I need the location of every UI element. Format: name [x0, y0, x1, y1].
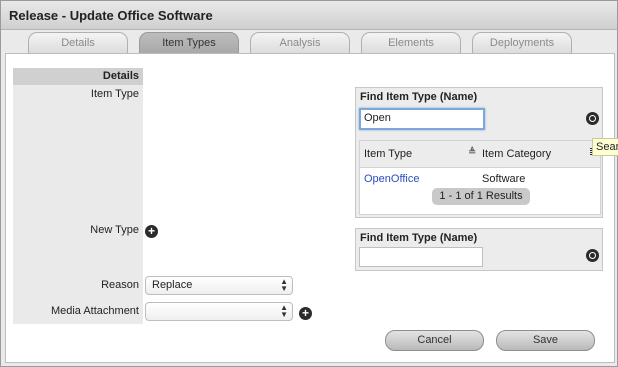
- search-input-text: Open: [364, 112, 391, 124]
- col-item-category[interactable]: Item Category: [482, 148, 551, 160]
- search-icon[interactable]: [586, 112, 599, 125]
- tab-bar: Details Item Types Analysis Elements Dep…: [1, 30, 617, 54]
- results-table: Item Type ≜ Item Category ≣ OpenOffice S…: [359, 140, 601, 215]
- add-new-type-button[interactable]: +: [145, 225, 158, 238]
- tab-deployments[interactable]: Deployments: [472, 32, 572, 53]
- new-type-label: New Type: [90, 224, 139, 236]
- new-type-search-input[interactable]: [359, 247, 483, 267]
- select-arrows-icon: ▲ ▼: [280, 277, 288, 293]
- cancel-button[interactable]: Cancel: [385, 330, 484, 351]
- tab-analysis[interactable]: Analysis: [250, 32, 350, 53]
- window-title: Release - Update Office Software: [9, 8, 213, 23]
- content-panel: Details Item Type New Type + Reason Repl…: [5, 53, 618, 363]
- reason-select[interactable]: Replace ▲ ▼: [145, 276, 293, 295]
- save-button[interactable]: Save: [496, 330, 595, 351]
- find-item-type-panel: Find Item Type (Name) Open Item Type ≜ I…: [355, 87, 603, 218]
- select-arrows-icon: ▲ ▼: [280, 303, 288, 319]
- find-item-type-title: Find Item Type (Name): [360, 91, 478, 103]
- media-attachment-label: Media Attachment: [50, 305, 139, 317]
- result-item-category: Software: [482, 173, 526, 185]
- plus-icon: +: [147, 224, 155, 238]
- section-title: Details: [13, 68, 143, 85]
- search-icon[interactable]: [586, 249, 599, 262]
- release-window: Release - Update Office Software Details…: [0, 0, 618, 367]
- title-bar: Release - Update Office Software: [1, 1, 617, 30]
- media-attachment-select[interactable]: ▲ ▼: [145, 302, 293, 321]
- search-tooltip: Sear: [592, 138, 618, 156]
- plus-icon: +: [301, 306, 309, 320]
- item-type-search-input[interactable]: Open: [359, 108, 485, 130]
- result-item-type-link[interactable]: OpenOffice: [364, 173, 419, 185]
- tab-details[interactable]: Details: [28, 32, 128, 53]
- results-pager: 1 - 1 of 1 Results: [432, 188, 530, 205]
- add-media-button[interactable]: +: [299, 307, 312, 320]
- find-new-type-panel: Find Item Type (Name): [355, 228, 603, 271]
- item-type-label: Item Type: [90, 88, 139, 100]
- tab-item-types[interactable]: Item Types: [139, 32, 239, 53]
- sort-icon[interactable]: ≜: [468, 147, 476, 158]
- find-new-type-title: Find Item Type (Name): [360, 232, 478, 244]
- col-item-type[interactable]: Item Type: [364, 148, 412, 160]
- results-header: Item Type ≜ Item Category ≣: [360, 141, 600, 168]
- reason-label: Reason: [101, 279, 139, 291]
- tab-elements[interactable]: Elements: [361, 32, 461, 53]
- reason-value: Replace: [152, 279, 193, 291]
